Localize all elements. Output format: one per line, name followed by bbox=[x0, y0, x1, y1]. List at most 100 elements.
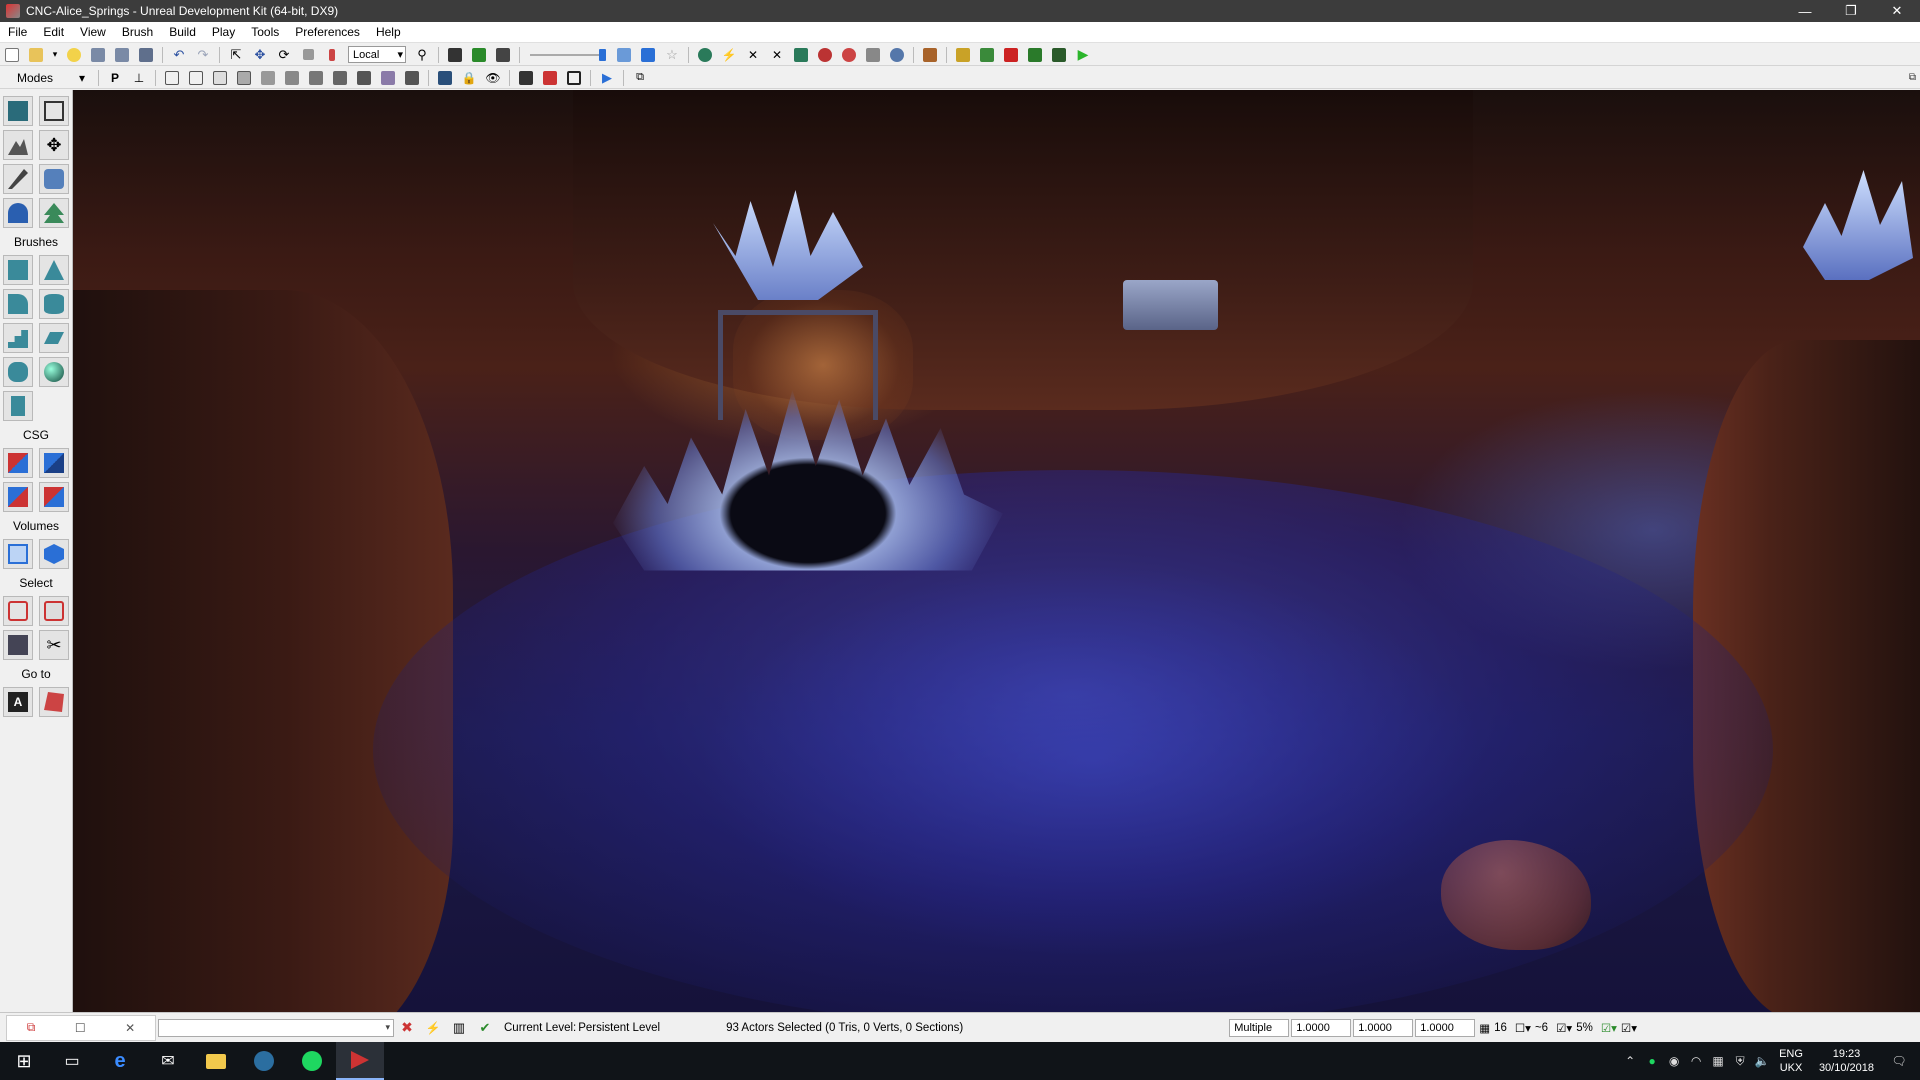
tray-steam-icon[interactable]: ◉ bbox=[1663, 1054, 1685, 1068]
maximize-button[interactable]: ❐ bbox=[1828, 0, 1874, 22]
cube-brush-button[interactable] bbox=[3, 255, 33, 285]
package-icon[interactable] bbox=[1025, 46, 1045, 64]
open-dropdown-icon[interactable]: ▾ bbox=[50, 46, 60, 64]
actor-icon[interactable] bbox=[516, 69, 536, 87]
redo-icon[interactable]: ↷ bbox=[193, 46, 213, 64]
lighting-icon[interactable] bbox=[638, 46, 658, 64]
wireframe-icon[interactable] bbox=[162, 69, 182, 87]
csg-deintersect-button[interactable] bbox=[39, 482, 69, 512]
realtime-play-icon[interactable]: ▶ bbox=[597, 69, 617, 87]
clock[interactable]: 19:23 30/10/2018 bbox=[1819, 1047, 1874, 1075]
viewport-options-icon[interactable]: ⧉ bbox=[630, 69, 650, 87]
lighting-only-icon[interactable] bbox=[282, 69, 302, 87]
favorite-star-icon[interactable]: ☆ bbox=[662, 46, 682, 64]
select-none-button[interactable] bbox=[39, 596, 69, 626]
steam-icon[interactable] bbox=[240, 1042, 288, 1080]
visibility-icon[interactable]: 👁 bbox=[483, 69, 503, 87]
notifications-icon[interactable]: 🗨 bbox=[1888, 1054, 1910, 1068]
mini-restore-icon[interactable]: ☐ bbox=[75, 1021, 86, 1035]
rotation-snap-icon[interactable]: ☐▾ bbox=[1515, 1021, 1531, 1035]
file-explorer-icon[interactable] bbox=[192, 1042, 240, 1080]
vertex-snap-icon[interactable]: ☑▾ bbox=[1621, 1021, 1637, 1035]
unreal-frontend-icon[interactable] bbox=[1049, 46, 1069, 64]
sphere-brush-button[interactable] bbox=[39, 357, 69, 387]
menu-tools[interactable]: Tools bbox=[243, 22, 287, 43]
sheet-brush-button[interactable] bbox=[39, 323, 69, 353]
build-lighting-icon[interactable]: ⚡ bbox=[719, 46, 739, 64]
menu-file[interactable]: File bbox=[0, 22, 35, 43]
texture-density-icon[interactable] bbox=[330, 69, 350, 87]
restore-viewport-icon[interactable]: ⧉ bbox=[1909, 72, 1916, 83]
nonuniform-scale-icon[interactable] bbox=[322, 46, 342, 64]
wifi-icon[interactable]: ◠ bbox=[1685, 1054, 1707, 1068]
scale-y-field[interactable]: 1.0000 bbox=[1353, 1018, 1414, 1037]
close-button[interactable]: ✕ bbox=[1874, 0, 1920, 22]
brush-wireframe-icon[interactable] bbox=[186, 69, 206, 87]
menu-brush[interactable]: Brush bbox=[114, 22, 161, 43]
select-all-button[interactable] bbox=[3, 596, 33, 626]
actor-red-icon[interactable] bbox=[540, 69, 560, 87]
game-view-icon[interactable] bbox=[435, 69, 455, 87]
level-lock-icon[interactable]: ⚡ bbox=[422, 1018, 444, 1038]
mobile-icon[interactable] bbox=[1001, 46, 1021, 64]
goto-actor-button[interactable]: A bbox=[3, 687, 33, 717]
tray-spotify-icon[interactable]: ● bbox=[1641, 1054, 1663, 1068]
coord-system-select[interactable]: Local ▾ bbox=[348, 46, 406, 63]
snap-to-floor-icon[interactable]: ⊥ bbox=[129, 69, 149, 87]
lighting-quality-icon[interactable] bbox=[815, 46, 835, 64]
lightmap-density-icon[interactable] bbox=[378, 69, 398, 87]
volumetric-brush-button[interactable] bbox=[3, 391, 33, 421]
csg-add-button[interactable] bbox=[3, 448, 33, 478]
rotation-snap-value[interactable]: ~6 bbox=[1535, 1022, 1548, 1034]
play-on-pc-icon[interactable] bbox=[920, 46, 940, 64]
favorites-icon[interactable] bbox=[64, 46, 84, 64]
goto-builder-brush-button[interactable] bbox=[39, 687, 69, 717]
csg-subtract-button[interactable] bbox=[39, 448, 69, 478]
build-cover-icon[interactable]: ✕ bbox=[767, 46, 787, 64]
task-view-icon[interactable]: ▭ bbox=[48, 1042, 96, 1080]
landscape-mode-button[interactable] bbox=[3, 198, 33, 228]
kismet-icon[interactable] bbox=[445, 46, 465, 64]
terrain-mode-button[interactable] bbox=[3, 130, 33, 160]
scale-mode-icon[interactable] bbox=[298, 46, 318, 64]
volume-type-button[interactable] bbox=[39, 539, 69, 569]
menu-help[interactable]: Help bbox=[368, 22, 409, 43]
play-in-editor-icon[interactable]: ▶ bbox=[1073, 46, 1093, 64]
linear-stair-button[interactable] bbox=[3, 323, 33, 353]
move-mode-button[interactable]: ✥ bbox=[39, 130, 69, 160]
menu-build[interactable]: Build bbox=[161, 22, 204, 43]
pivot-button[interactable]: P bbox=[105, 69, 125, 87]
volume-icon[interactable]: 🔈 bbox=[1751, 1054, 1773, 1068]
camera-mode-button[interactable] bbox=[3, 96, 33, 126]
open-map-icon[interactable] bbox=[26, 46, 46, 64]
unlit-icon[interactable] bbox=[210, 69, 230, 87]
mesh-paint-button[interactable] bbox=[39, 164, 69, 194]
build-geometry-icon[interactable] bbox=[695, 46, 715, 64]
cone-brush-button[interactable] bbox=[39, 255, 69, 285]
menu-edit[interactable]: Edit bbox=[35, 22, 72, 43]
camera-speed-slider[interactable] bbox=[530, 48, 606, 61]
command-input[interactable]: ▾ bbox=[158, 1018, 394, 1037]
edge-icon[interactable]: e bbox=[96, 1042, 144, 1080]
save-as-icon[interactable] bbox=[112, 46, 132, 64]
scale-snap-toggle-icon[interactable]: ☑▾ bbox=[1556, 1021, 1572, 1035]
lighting-channel-icon[interactable] bbox=[402, 69, 422, 87]
mini-close-icon[interactable]: ✕ bbox=[125, 1021, 135, 1035]
current-level-icon[interactable]: ✔ bbox=[474, 1018, 496, 1038]
csg-intersect-button[interactable] bbox=[3, 482, 33, 512]
geometry-mode-button[interactable] bbox=[39, 96, 69, 126]
level-viewport[interactable] bbox=[73, 90, 1920, 1012]
autosave-icon[interactable]: ☑▾ bbox=[1601, 1021, 1617, 1035]
select-mode-icon[interactable]: ⇱ bbox=[226, 46, 246, 64]
spiral-stair-button[interactable] bbox=[3, 357, 33, 387]
spotify-icon[interactable] bbox=[288, 1042, 336, 1080]
start-button[interactable]: ⊞ bbox=[0, 1042, 48, 1080]
grid-icon[interactable]: ▦ bbox=[1479, 1021, 1490, 1035]
menu-preferences[interactable]: Preferences bbox=[287, 22, 368, 43]
minimized-window[interactable]: ⧉ ☐ ✕ bbox=[6, 1014, 156, 1041]
cook-icon[interactable] bbox=[953, 46, 973, 64]
console-icon[interactable] bbox=[977, 46, 997, 64]
foliage-mode-button[interactable] bbox=[39, 198, 69, 228]
minimize-button[interactable]: — bbox=[1782, 0, 1828, 22]
level-browser-icon[interactable]: ▥ bbox=[448, 1018, 470, 1038]
